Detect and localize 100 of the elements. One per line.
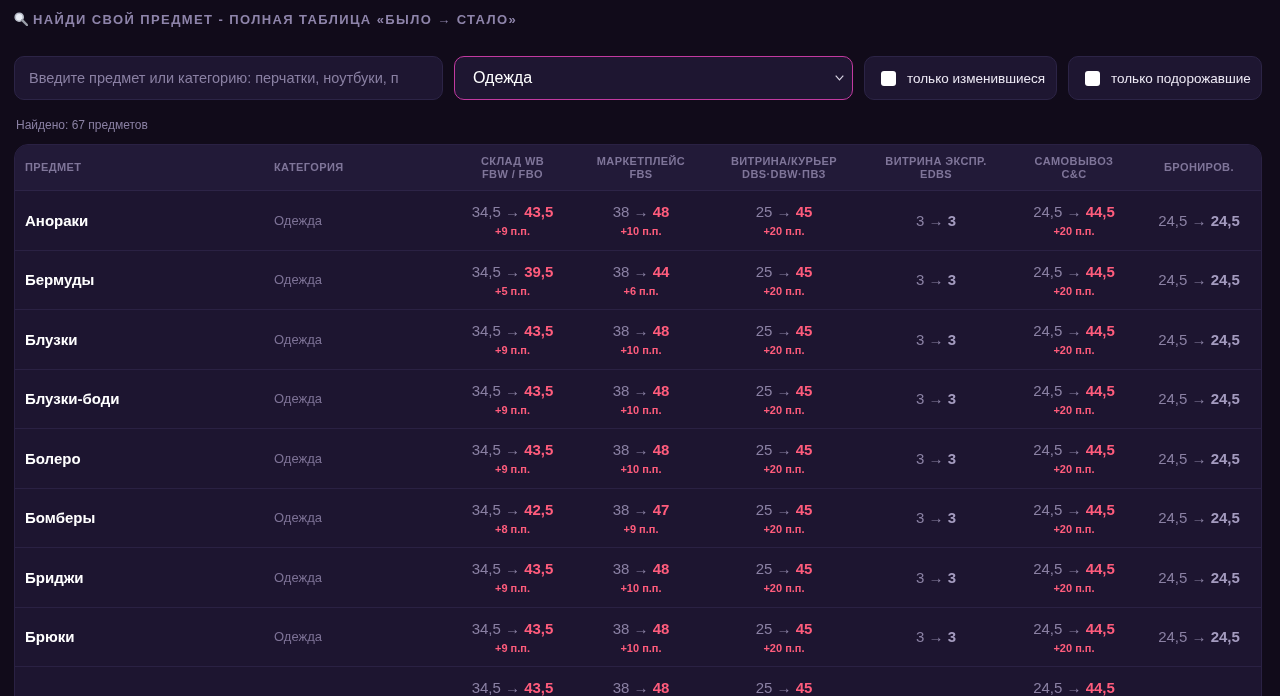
rate-value: 34,5 → 42,5: [471, 501, 554, 517]
rate-change: +9 п.п.: [495, 403, 530, 417]
rate-change: +9 п.п.: [495, 344, 530, 357]
rate-change: +20 п.п.: [763, 463, 805, 476]
column-header: МАРКЕТПЛЕЙС FBS: [596, 154, 686, 181]
rate-value: 3 → 3: [916, 629, 956, 645]
rate-value: 3 → 3: [916, 272, 956, 288]
rate-change: +20 п.п.: [1053, 403, 1095, 417]
rate-value: 3 → 3: [916, 450, 956, 466]
rate-change: +20 п.п.: [1053, 344, 1095, 357]
item-name: Брюки: [25, 628, 75, 646]
rate-change: +9 п.п.: [495, 225, 530, 238]
rate-value: 24,5 → 44,5: [1033, 263, 1115, 279]
rate-value: 24,5 → 24,5: [1158, 391, 1240, 407]
rate-change: +10 п.п.: [620, 225, 662, 238]
rate-value: 38 → 48: [612, 382, 670, 398]
item-name: Блузки-боди: [25, 390, 120, 408]
search-icon: [14, 12, 28, 26]
rate-change: +20 п.п.: [1053, 284, 1095, 298]
rate-value: 34,5 → 43,5: [471, 323, 554, 338]
page-title: НАЙДИ СВОЙ ПРЕДМЕТ - ПОЛНАЯ ТАБЛИЦА «БЫЛО → СТАЛО»: [33, 11, 518, 27]
rate-change: +5 п.п.: [495, 284, 530, 298]
checkbox[interactable]: [881, 70, 896, 86]
rate-value: 34,5 → 43,5: [471, 680, 554, 695]
rate-value: 3 → 3: [916, 212, 956, 228]
rate-value: 34,5 → 43,5: [471, 204, 554, 219]
results-count: Найдено: 67 предметов: [16, 117, 149, 133]
rate-change: +10 п.п.: [620, 344, 662, 357]
filter-toggle[interactable]: только изменившиеся: [864, 56, 1057, 100]
rate-change: +20 п.п.: [1053, 463, 1095, 476]
rate-change: +20 п.п.: [1053, 522, 1095, 536]
rate-value: 38 → 48: [612, 620, 670, 636]
item-name: Анораки: [25, 211, 89, 229]
rate-value: 25 → 45: [755, 442, 813, 457]
rate-change: +8 п.п.: [495, 522, 530, 536]
rate-value: 25 → 45: [755, 501, 813, 517]
category-cell: Одежда: [274, 391, 322, 407]
rate-change: +9 п.п.: [495, 463, 530, 476]
rate-change: +20 п.п.: [763, 641, 805, 655]
rate-value: 34,5 → 43,5: [471, 382, 554, 398]
rate-change: +20 п.п.: [763, 582, 805, 595]
rate-value: 24,5 → 24,5: [1158, 272, 1240, 288]
item-name: Бермуды: [25, 271, 95, 289]
rate-value: 24,5 → 24,5: [1158, 331, 1240, 347]
rate-value: 25 → 45: [755, 382, 813, 398]
column-header: ПРЕДМЕТ: [25, 161, 82, 174]
rate-change: +20 п.п.: [763, 225, 805, 238]
rate-value: 24,5 → 24,5: [1158, 510, 1240, 526]
rate-change: +20 п.п.: [1053, 582, 1095, 595]
rate-value: 34,5 → 43,5: [471, 561, 554, 576]
category-select[interactable]: Одежда: [454, 56, 853, 100]
rate-value: 24,5 → 44,5: [1033, 620, 1115, 636]
category-cell: Одежда: [274, 272, 322, 288]
rate-value: 38 → 48: [612, 323, 670, 338]
chevron-icon: [835, 75, 844, 81]
item-name: Бомберы: [25, 509, 96, 527]
rate-change: +20 п.п.: [1053, 225, 1095, 238]
rate-value: 38 → 48: [612, 442, 670, 457]
item-name: Бриджи: [25, 568, 84, 586]
rate-value: 3 → 3: [916, 510, 956, 526]
rate-value: 34,5 → 39,5: [471, 263, 554, 279]
rate-value: 34,5 → 43,5: [471, 620, 554, 636]
category-cell: Одежда: [274, 450, 322, 466]
rate-value: 24,5 → 24,5: [1158, 569, 1240, 585]
rate-value: 24,5 → 44,5: [1033, 442, 1115, 457]
rate-change: +10 п.п.: [620, 403, 662, 417]
rate-value: 38 → 48: [612, 561, 670, 576]
rate-change: +10 п.п.: [620, 641, 662, 655]
category-cell: Одежда: [274, 331, 322, 347]
rate-change: +6 п.п.: [623, 284, 659, 298]
rate-value: 38 → 48: [612, 204, 670, 219]
column-header: ВИТРИНА ЭКСПР. EDBS: [885, 154, 987, 181]
category-cell: Одежда: [274, 212, 322, 228]
column-header: СКЛАД WB FBW / FBO: [480, 154, 545, 181]
item-name: Блузки: [25, 330, 78, 348]
rate-change: +20 п.п.: [763, 403, 805, 417]
search-field[interactable]: Введите предмет или категорию: перчатки, ноутбуки, п: [14, 56, 443, 100]
column-header: САМОВЫВОЗ C&C: [1034, 154, 1114, 181]
rate-value: 3 → 3: [916, 391, 956, 407]
rate-change: +20 п.п.: [1053, 641, 1095, 655]
item-name: Болеро: [25, 449, 81, 467]
rate-change: +10 п.п.: [620, 463, 662, 476]
checkbox[interactable]: [1085, 70, 1100, 86]
filter-toggle[interactable]: только подорожавшие: [1068, 56, 1262, 100]
column-header: ВИТРИНА/КУРЬЕР DBS·DBW·ПВЗ: [730, 154, 838, 181]
rate-value: 24,5 → 44,5: [1033, 561, 1115, 576]
rate-value: 24,5 → 44,5: [1033, 204, 1115, 219]
rate-value: 25 → 45: [755, 561, 813, 576]
rate-value: 24,5 → 44,5: [1033, 501, 1115, 517]
rate-change: +20 п.п.: [763, 344, 805, 357]
rate-value: 24,5 → 44,5: [1033, 382, 1115, 398]
rate-value: 24,5 → 24,5: [1158, 212, 1240, 228]
rate-change: +9 п.п.: [495, 641, 530, 655]
rate-value: 38 → 48: [612, 680, 670, 695]
rate-value: 25 → 45: [755, 323, 813, 338]
rate-value: 25 → 45: [755, 680, 813, 695]
rate-value: 34,5 → 43,5: [471, 442, 554, 457]
category-cell: Одежда: [274, 629, 322, 645]
rate-change: +10 п.п.: [620, 582, 662, 595]
rate-value: 24,5 → 44,5: [1033, 680, 1115, 695]
